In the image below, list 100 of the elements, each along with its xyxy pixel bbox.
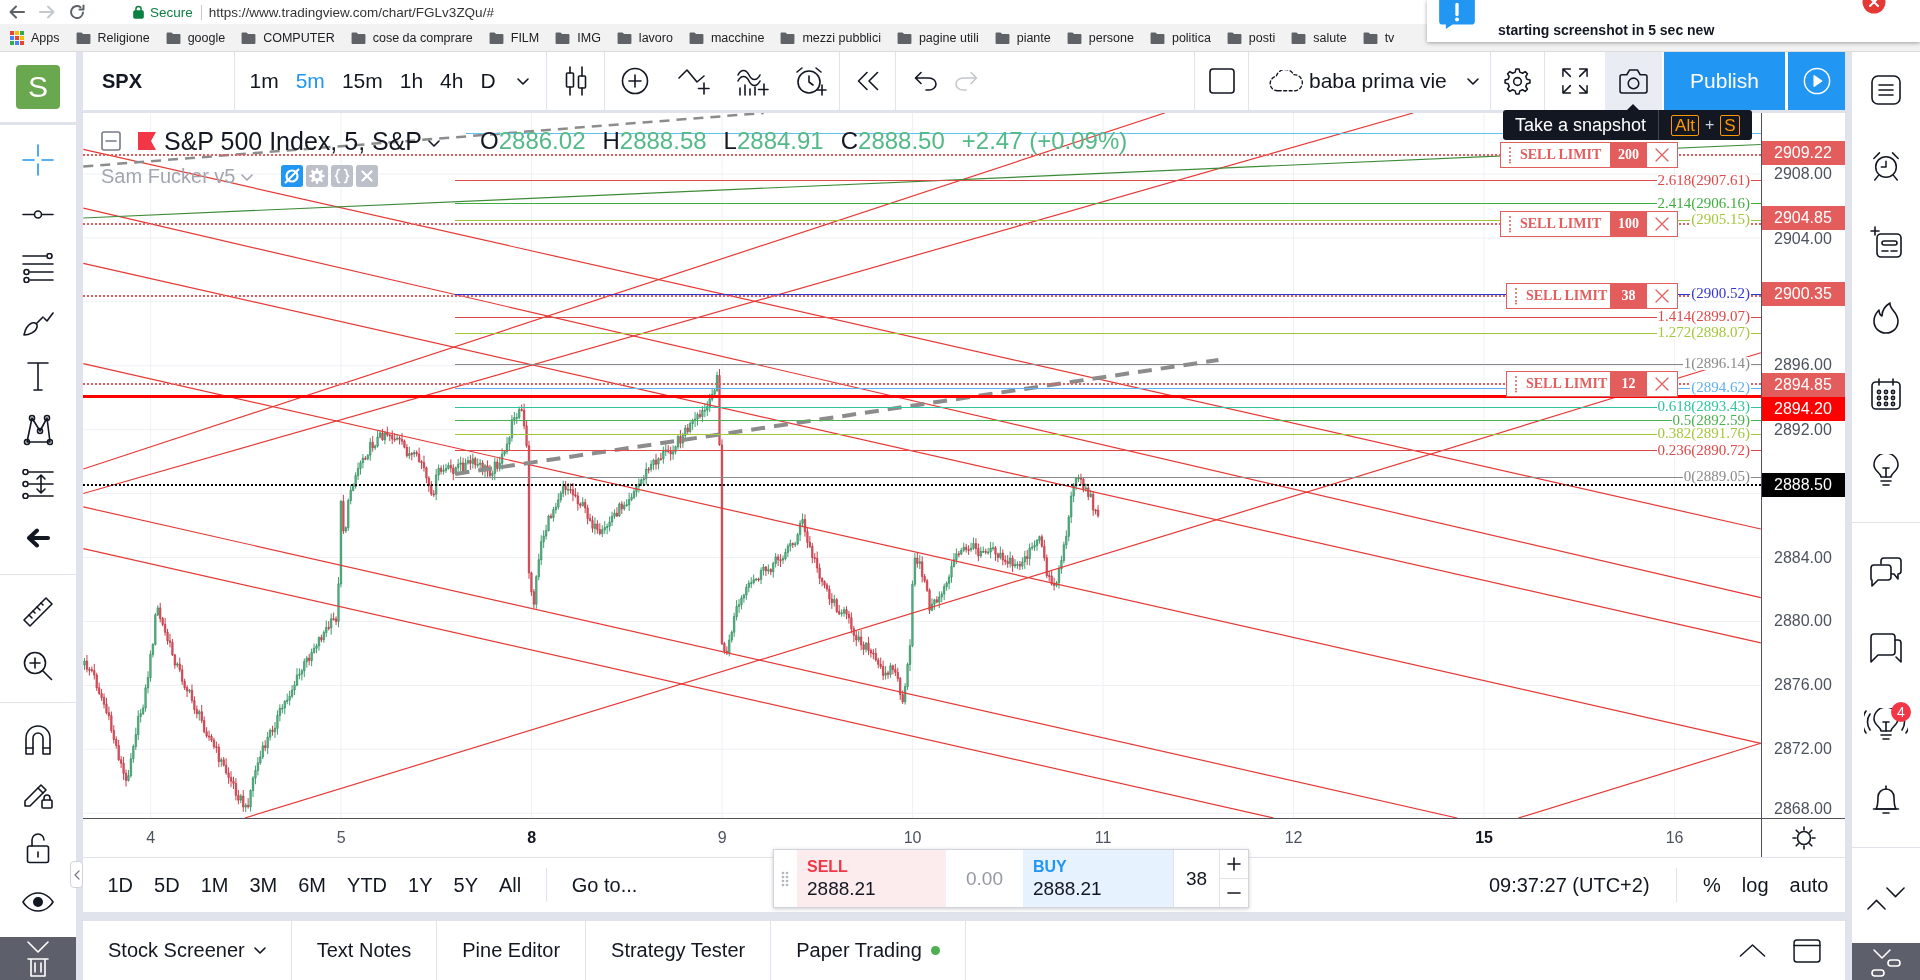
arrow-left-icon[interactable]	[26, 528, 50, 548]
drag-handle-icon[interactable]	[1514, 287, 1518, 306]
range-button[interactable]: YTD	[336, 868, 398, 902]
lightbulb-waves-icon[interactable]	[1864, 708, 1908, 740]
parallel-lines-icon[interactable]	[22, 253, 54, 283]
interval-button[interactable]: 15m	[333, 61, 392, 101]
layout-button[interactable]: baba prima vie	[1249, 52, 1491, 110]
bookmark-item[interactable]: IMG	[555, 30, 601, 45]
flag-icon[interactable]	[138, 132, 156, 150]
line-plus-icon[interactable]	[677, 67, 710, 95]
buy-button[interactable]: BUY 2888.21	[1023, 850, 1173, 907]
ruler-icon[interactable]	[22, 596, 54, 628]
plus-icon[interactable]	[1227, 857, 1241, 871]
bookmark-item[interactable]: posti	[1226, 30, 1276, 45]
settings-icon[interactable]	[1504, 67, 1531, 95]
symbol-button[interactable]: SPX	[83, 52, 235, 110]
trash-icon[interactable]	[0, 937, 76, 980]
undo-icon[interactable]	[914, 71, 938, 91]
bookmark-item[interactable]: politica	[1149, 30, 1211, 45]
range-button[interactable]: 1D	[97, 868, 144, 902]
symbol-title[interactable]: S&P 500 Index, 5, S&P	[164, 126, 423, 156]
list-icon[interactable]	[1871, 75, 1901, 105]
caret-icon[interactable]	[253, 947, 266, 954]
collapse-button[interactable]	[70, 861, 83, 888]
close-icon[interactable]	[1655, 217, 1669, 232]
scale-option-button[interactable]: %	[1692, 868, 1732, 902]
range-button[interactable]: 1Y	[397, 868, 443, 902]
bookmark-item[interactable]: piante	[994, 30, 1051, 45]
close-icon[interactable]	[1655, 147, 1669, 162]
bell-icon[interactable]	[1872, 785, 1900, 815]
magnet-icon[interactable]	[24, 725, 52, 755]
order-label[interactable]: SELL LIMIT 38	[1506, 283, 1678, 310]
chevron-up-icon[interactable]	[1739, 944, 1766, 957]
bookmark-item[interactable]: Religione	[75, 30, 150, 45]
snapshot-button[interactable]	[1605, 52, 1662, 110]
bookmark-item[interactable]: tv	[1362, 30, 1395, 45]
bookmark-item[interactable]: persone	[1066, 30, 1134, 45]
eye-icon[interactable]	[22, 892, 54, 912]
camera-icon[interactable]	[1619, 68, 1648, 94]
range-button[interactable]: All	[488, 868, 532, 902]
sell-button[interactable]: SELL 2888.21	[797, 850, 946, 907]
chevron-left-icon[interactable]	[73, 869, 80, 880]
bookmark-item[interactable]: pagine utili	[896, 30, 979, 45]
drag-handle-icon[interactable]	[1508, 145, 1512, 164]
range-button[interactable]: 5D	[143, 868, 191, 902]
panel-tab[interactable]: Paper Trading	[771, 921, 966, 980]
play-button[interactable]	[1788, 52, 1845, 110]
goto-button[interactable]: Go to...	[546, 868, 652, 902]
play-icon[interactable]	[1802, 67, 1831, 95]
scale-option-button[interactable]: log	[1731, 868, 1780, 902]
chat-bubble-icon[interactable]	[1870, 633, 1902, 663]
chevron-down-icon[interactable]	[1852, 943, 1920, 980]
scale-option-button[interactable]: auto	[1779, 868, 1839, 902]
drag-handle-icon[interactable]	[781, 870, 789, 887]
zoom-in-icon[interactable]	[23, 651, 53, 681]
candles-icon[interactable]	[564, 66, 587, 96]
range-button[interactable]: 3M	[238, 868, 288, 902]
order-label[interactable]: SELL LIMIT 12	[1506, 371, 1678, 398]
line-tool-icon[interactable]	[22, 209, 54, 219]
close-icon[interactable]	[1862, 0, 1886, 14]
alarm-clock-icon[interactable]	[1871, 151, 1901, 181]
alarm-plus-icon[interactable]	[794, 66, 827, 96]
interval-button[interactable]: 1h	[391, 61, 432, 101]
back-icon[interactable]	[9, 5, 25, 19]
panel-tab[interactable]: Stock Screener	[83, 921, 292, 980]
collapse-icon[interactable]	[101, 131, 121, 151]
bookmark-item[interactable]: Apps	[10, 30, 60, 45]
bookmark-item[interactable]: lavoro	[616, 30, 673, 45]
measure-icon[interactable]	[22, 469, 54, 499]
lightbulb-icon[interactable]	[1873, 454, 1899, 486]
order-label[interactable]: SELL LIMIT 200	[1500, 141, 1678, 168]
rewind-icon[interactable]	[855, 71, 880, 91]
pattern-icon[interactable]	[23, 414, 53, 446]
drag-handle-icon[interactable]	[1508, 215, 1512, 234]
text-tool-icon[interactable]	[27, 361, 49, 391]
sun-icon[interactable]	[1791, 826, 1816, 850]
range-button[interactable]: 1M	[190, 868, 239, 902]
panel-tab[interactable]: Text Notes	[291, 921, 438, 980]
close-icon[interactable]	[1655, 289, 1669, 304]
data-window-icon[interactable]	[1870, 226, 1902, 258]
calendar-icon[interactable]	[1871, 378, 1901, 410]
range-button[interactable]: 6M	[287, 868, 337, 902]
chat-bubbles-icon[interactable]	[1870, 557, 1902, 587]
bookmark-item[interactable]: mezzi pubblici	[780, 30, 881, 45]
double-chevron-icon[interactable]	[1867, 885, 1905, 911]
bookmark-item[interactable]: google	[165, 30, 226, 45]
bookmark-item[interactable]: COMPUTER	[241, 30, 335, 45]
square-icon[interactable]	[1208, 68, 1235, 94]
range-button[interactable]: 5Y	[443, 868, 489, 902]
bookmark-item[interactable]: FILM	[488, 30, 540, 45]
bookmark-item[interactable]: macchine	[688, 30, 765, 45]
maximize-icon[interactable]	[1793, 938, 1821, 963]
drag-handle-icon[interactable]	[1514, 375, 1518, 394]
interval-button[interactable]: 1m	[241, 61, 288, 101]
interval-button[interactable]: 4h	[431, 61, 472, 101]
interval-button[interactable]: D	[471, 61, 505, 101]
padlock-icon[interactable]	[26, 832, 50, 864]
quantity-field[interactable]: 38	[1173, 850, 1219, 907]
plus-circle-icon[interactable]	[620, 67, 649, 95]
bookmark-item[interactable]: salute	[1291, 30, 1347, 45]
